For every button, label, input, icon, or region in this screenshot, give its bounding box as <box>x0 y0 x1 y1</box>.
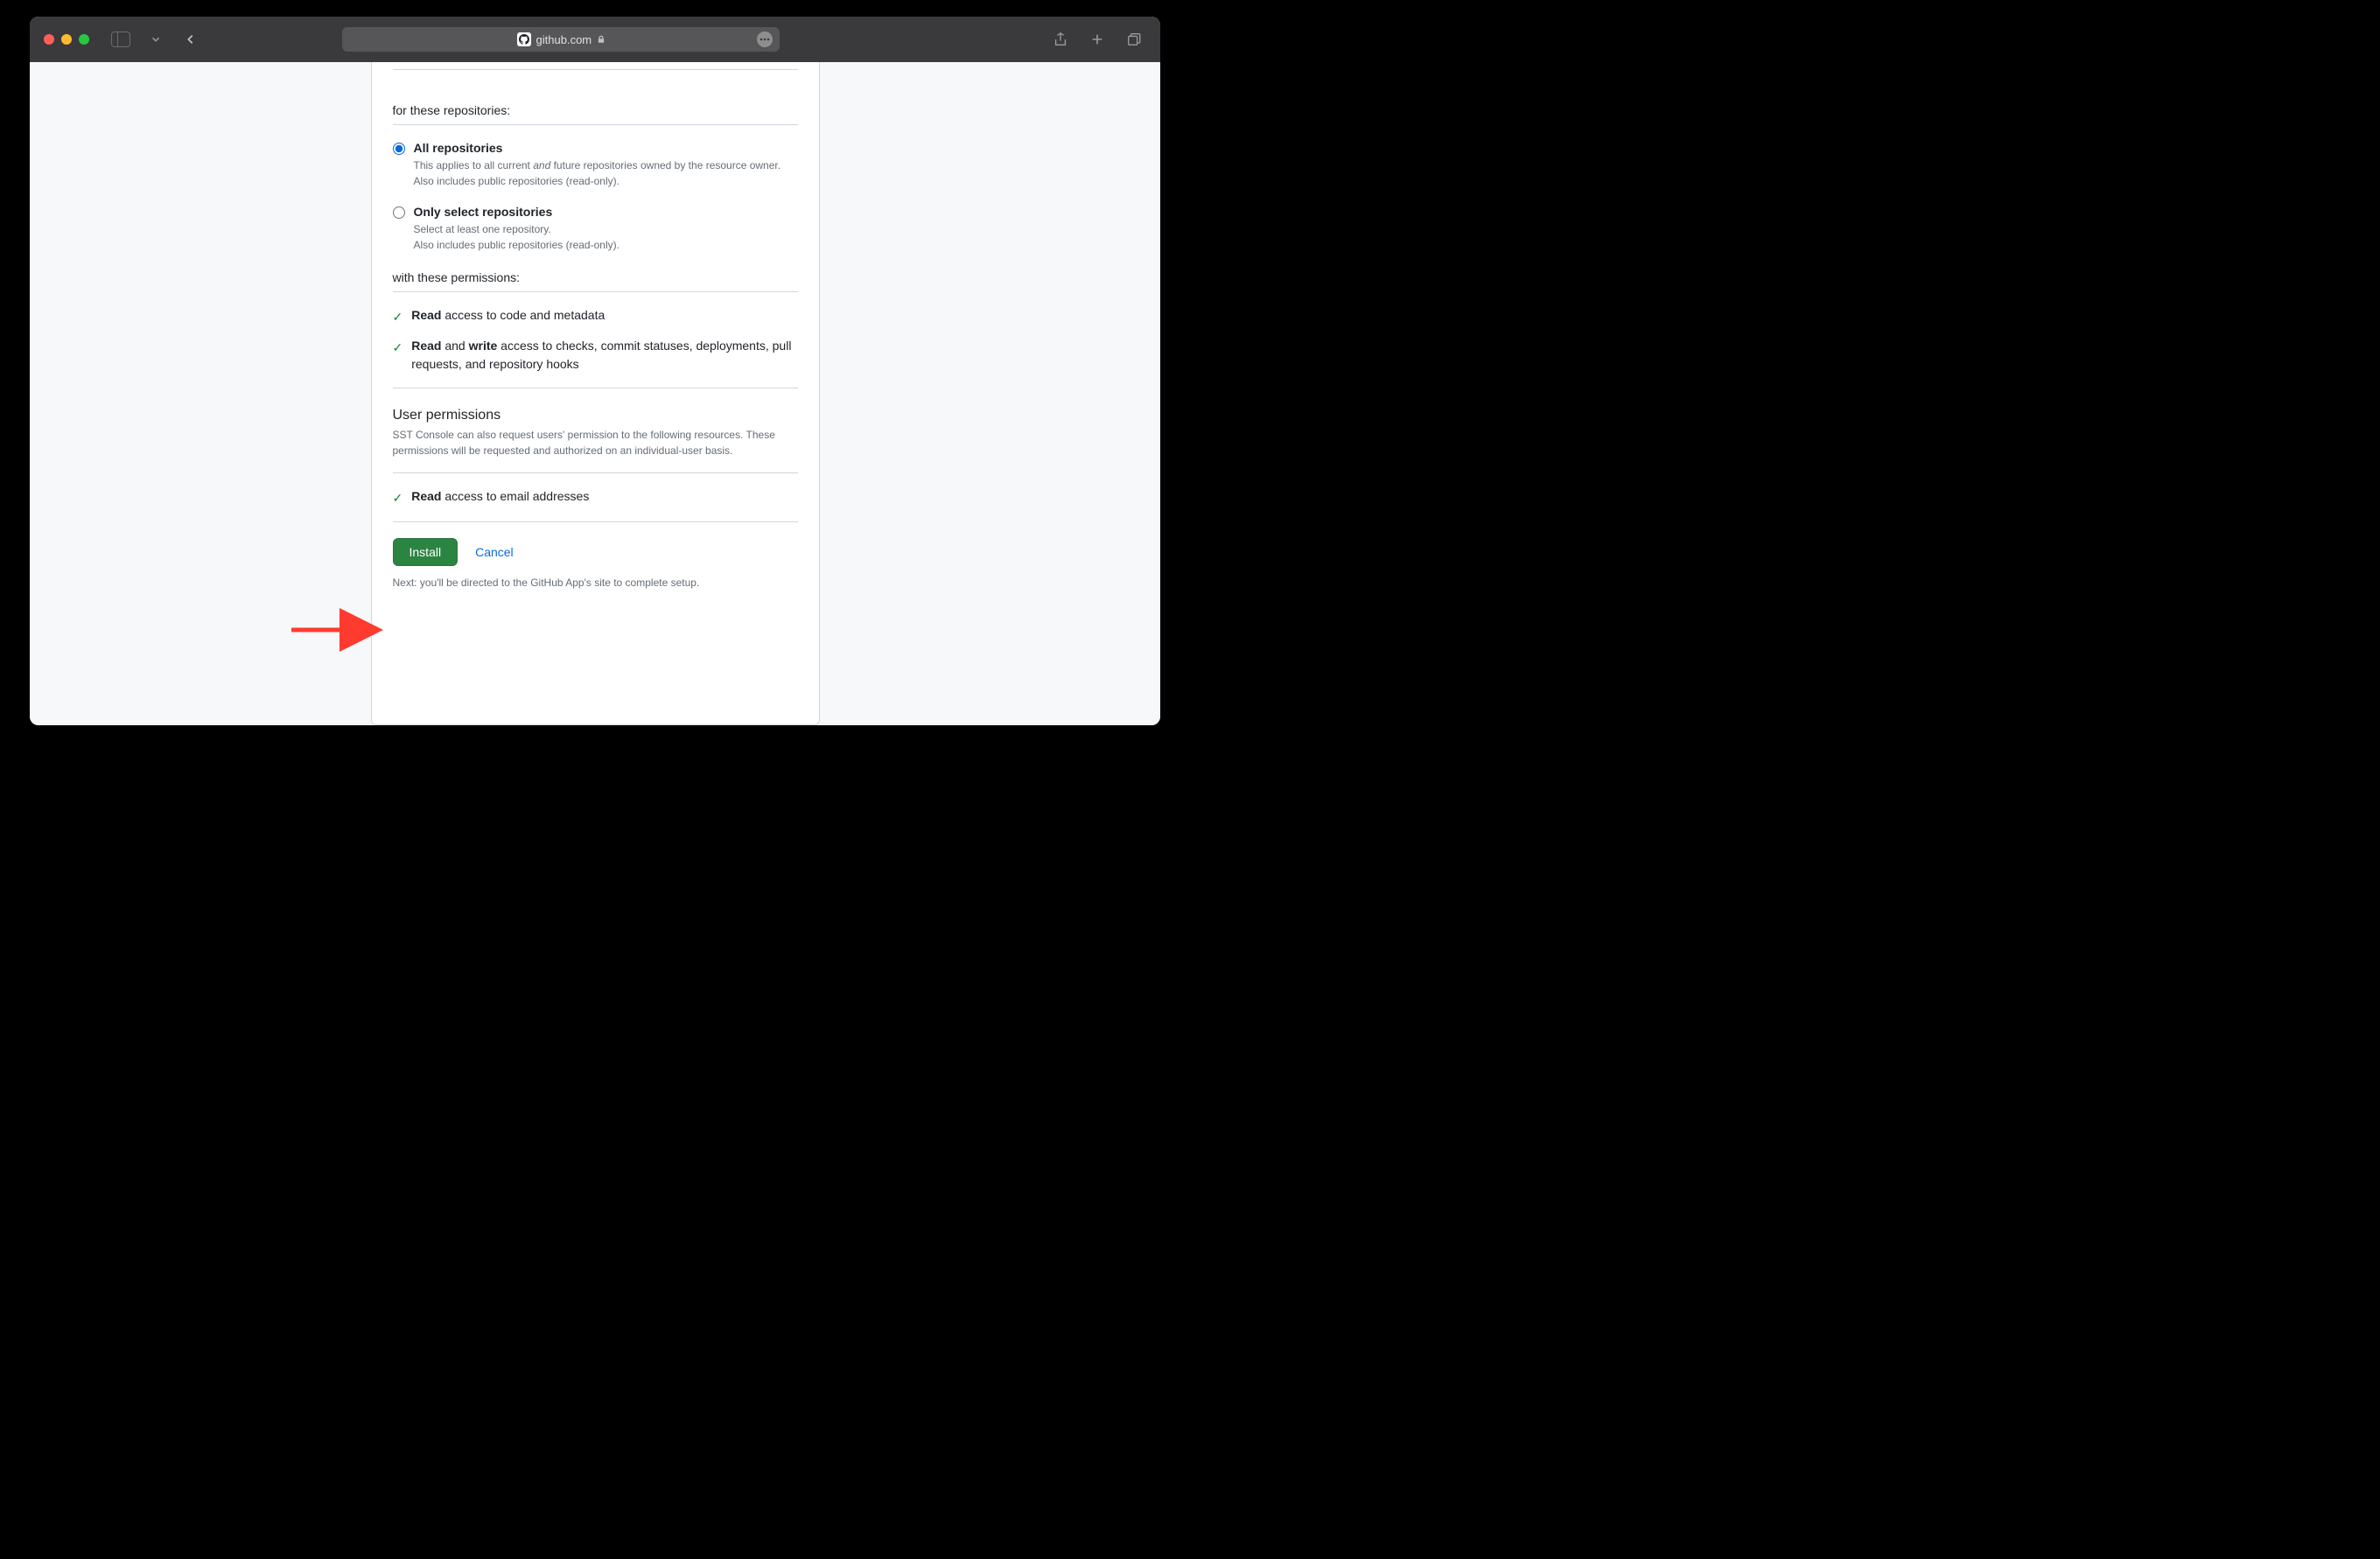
action-row: Install Cancel <box>393 538 798 566</box>
share-button[interactable] <box>1048 29 1073 50</box>
minimize-window-button[interactable] <box>61 34 72 45</box>
back-button[interactable] <box>178 29 203 50</box>
permission-item: ✓ Read and write access to checks, commi… <box>393 337 798 374</box>
toolbar-right <box>1048 29 1146 50</box>
tabs-overview-button[interactable] <box>1122 29 1146 50</box>
browser-toolbar: github.com <box>30 17 1160 62</box>
maximize-window-button[interactable] <box>79 34 89 45</box>
check-icon: ✓ <box>393 339 403 357</box>
radio-all-input[interactable] <box>393 143 405 155</box>
permissions-heading: with these permissions: <box>393 270 798 284</box>
radio-select-input[interactable] <box>393 206 405 219</box>
install-app-panel: for these repositories: All repositories… <box>371 62 820 725</box>
radio-select-title: Only select repositories <box>414 205 798 219</box>
cancel-link[interactable]: Cancel <box>475 545 514 559</box>
next-step-text: Next: you'll be directed to the GitHub A… <box>393 577 798 589</box>
address-bar[interactable]: github.com <box>342 27 780 52</box>
lock-icon <box>597 35 606 44</box>
repositories-heading: for these repositories: <box>393 103 798 117</box>
tab-group-dropdown[interactable] <box>144 29 168 50</box>
user-permissions-description: SST Console can also request users' perm… <box>393 427 798 458</box>
radio-select-desc: Select at least one repository. Also inc… <box>414 221 798 253</box>
sidebar-toggle-button[interactable] <box>108 29 133 50</box>
radio-all-desc: This applies to all current and future r… <box>414 157 798 189</box>
page-actions-button[interactable] <box>757 31 773 47</box>
close-window-button[interactable] <box>44 34 54 45</box>
check-icon: ✓ <box>393 489 403 507</box>
github-logo-icon <box>517 32 531 46</box>
permission-item: ✓ Read access to email addresses <box>393 487 798 507</box>
radio-all-repositories[interactable]: All repositories This applies to all cur… <box>393 141 798 189</box>
permissions-list: ✓ Read access to code and metadata ✓ Rea… <box>393 306 798 374</box>
radio-select-repositories[interactable]: Only select repositories Select at least… <box>393 205 798 253</box>
user-permissions-list: ✓ Read access to email addresses <box>393 487 798 507</box>
radio-all-title: All repositories <box>414 141 798 155</box>
browser-window: github.com for these repositories: <box>30 17 1160 725</box>
check-icon: ✓ <box>393 308 403 326</box>
window-controls <box>44 34 89 45</box>
page-content: for these repositories: All repositories… <box>30 62 1160 725</box>
user-permissions-heading: User permissions <box>393 408 798 423</box>
install-button[interactable]: Install <box>393 538 458 566</box>
url-text: github.com <box>536 33 592 46</box>
new-tab-button[interactable] <box>1085 29 1110 50</box>
permission-item: ✓ Read access to code and metadata <box>393 306 798 326</box>
